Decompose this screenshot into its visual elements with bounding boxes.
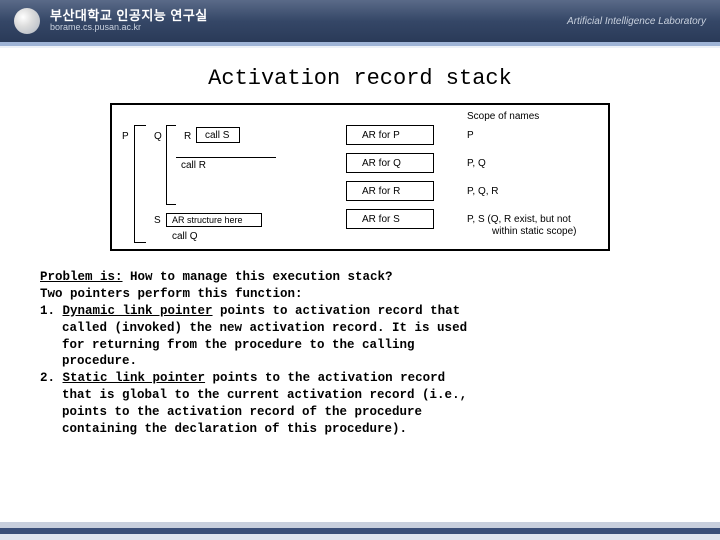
line-9: points to the activation record of the p… — [40, 404, 680, 421]
scope-pq: P, Q — [467, 158, 486, 169]
banner-title: 부산대학교 인공지능 연구실 — [50, 9, 208, 23]
line-4: called (invoked) the new activation reco… — [40, 320, 680, 337]
slide-title: Activation record stack — [0, 66, 720, 91]
footer-stripe-3 — [0, 534, 720, 540]
scope-p: P — [467, 130, 474, 141]
line-7: 2. Static link pointer points to the act… — [40, 370, 680, 387]
footer-stripes — [0, 522, 720, 540]
university-seal-icon — [14, 8, 40, 34]
banner-subtitle: borame.cs.pusan.ac.kr — [50, 23, 208, 33]
activation-record-diagram: Scope of names P Q R call S call R S AR … — [110, 103, 610, 251]
text-call-r: call R — [181, 160, 206, 171]
ar-label-r: AR for R — [362, 186, 400, 197]
ar-label-q: AR for Q — [362, 158, 401, 169]
label-s: S — [154, 215, 161, 226]
banner-stripe-light — [0, 46, 720, 48]
line-8: that is global to the current activation… — [40, 387, 680, 404]
line-6: procedure. — [40, 353, 680, 370]
line-10: containing the declaration of this proce… — [40, 421, 680, 438]
text-call-q: call Q — [172, 231, 198, 242]
text-call-s: call S — [205, 130, 229, 141]
scope-header: Scope of names — [467, 111, 539, 122]
header-banner: 부산대학교 인공지능 연구실 borame.cs.pusan.ac.kr Art… — [0, 0, 720, 42]
label-q: Q — [154, 131, 162, 142]
scope-pqr: P, Q, R — [467, 186, 499, 197]
banner-text-block: 부산대학교 인공지능 연구실 borame.cs.pusan.ac.kr — [50, 9, 208, 33]
label-r: R — [184, 131, 191, 142]
bracket-q — [166, 125, 176, 205]
label-p: P — [122, 131, 129, 142]
line-call-r — [176, 157, 276, 158]
line-3: 1. Dynamic link pointer points to activa… — [40, 303, 680, 320]
banner-right-text: Artificial Intelligence Laboratory — [567, 16, 706, 27]
body-text: Problem is: How to manage this execution… — [0, 251, 720, 438]
line-2: Two pointers perform this function: — [40, 286, 680, 303]
bracket-p — [134, 125, 146, 243]
line-1: Problem is: How to manage this execution… — [40, 269, 680, 286]
scope-ps: P, S (Q, R exist, but not — [467, 214, 571, 225]
ar-label-s: AR for S — [362, 214, 400, 225]
scope-ps-b: within static scope) — [492, 226, 576, 237]
line-5: for returning from the procedure to the … — [40, 337, 680, 354]
text-ar-struct: AR structure here — [172, 215, 243, 225]
ar-label-p: AR for P — [362, 130, 400, 141]
